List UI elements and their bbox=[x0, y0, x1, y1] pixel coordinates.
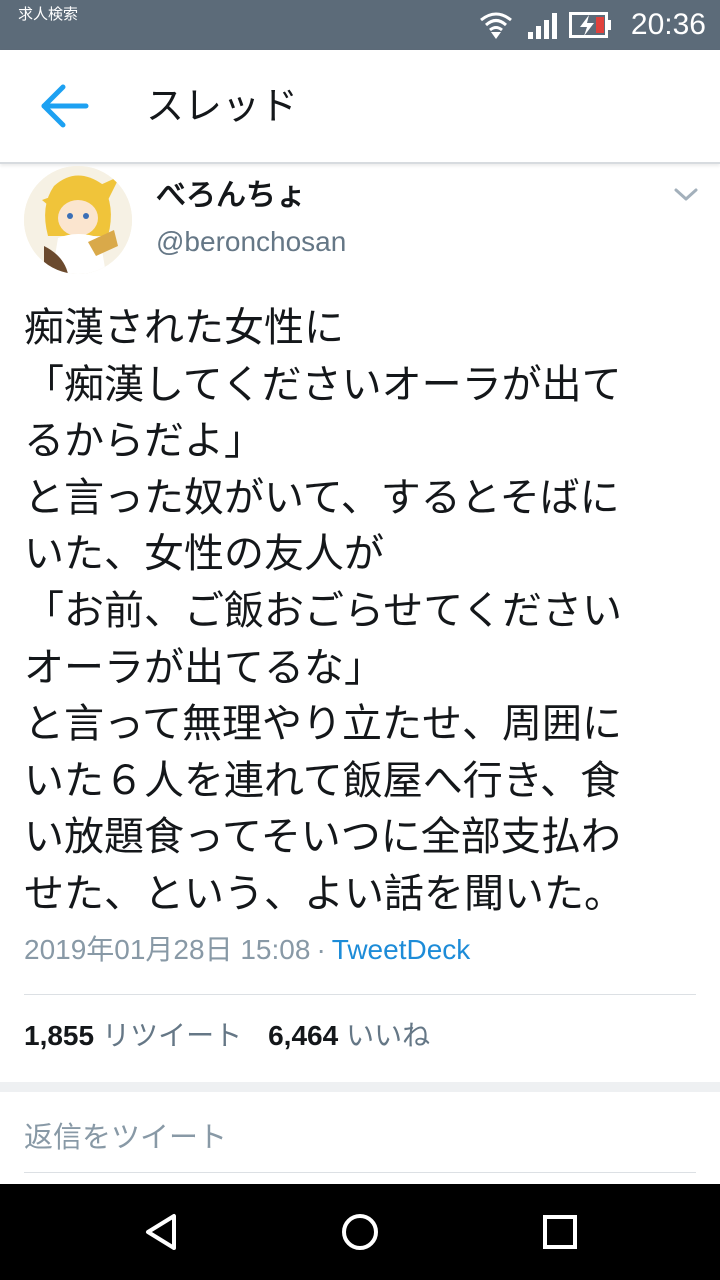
section-separator bbox=[0, 1082, 720, 1092]
page-title: スレッド bbox=[146, 84, 299, 128]
app-header: スレッド bbox=[0, 50, 720, 164]
client-link[interactable]: TweetDeck bbox=[332, 934, 471, 965]
notification-text: 求人検索 bbox=[18, 5, 79, 23]
meta-separator: · bbox=[316, 934, 326, 965]
tweet-line: いた、女性の友人が bbox=[24, 531, 384, 578]
tweet-line: い放題食ってそいつに全部支払わ bbox=[24, 814, 621, 861]
tweet-stats: 1,855 リツイート 6,464 いいね bbox=[24, 1014, 456, 1058]
like-count: 6,464 bbox=[268, 1020, 339, 1051]
display-name[interactable]: べろんちょ bbox=[156, 176, 306, 216]
clock: 20:36 bbox=[630, 8, 706, 41]
like-stat[interactable]: 6,464 いいね bbox=[268, 1019, 456, 1052]
divider bbox=[24, 994, 696, 995]
recents-square-icon[interactable] bbox=[538, 1210, 582, 1254]
like-label: いいね bbox=[346, 1019, 431, 1052]
retweet-stat[interactable]: 1,855 リツイート bbox=[24, 1019, 268, 1052]
tweet-line: 「痴漢してくださいオーラが出て bbox=[24, 361, 622, 408]
tweet-text: 痴漢された女性に 「痴漢してくださいオーラが出て るからだよ」 と言った奴がいて… bbox=[24, 300, 704, 923]
tweet-meta: 2019年01月28日 15:08 · TweetDeck bbox=[24, 928, 470, 972]
navigation-bar bbox=[0, 1184, 720, 1280]
divider bbox=[24, 1172, 696, 1173]
reply-input[interactable]: 返信をツイート bbox=[24, 1112, 696, 1162]
tweet-line: いた６人を連れて飯屋へ行き、食 bbox=[24, 757, 620, 804]
tweet-line: るからだよ」 bbox=[24, 418, 264, 465]
status-bar: 求人検索 20:36 bbox=[0, 0, 720, 50]
tweet-line: と言って無理やり立たせ、周囲に bbox=[24, 701, 622, 748]
tweet-line: 痴漢された女性に bbox=[24, 305, 344, 351]
tweet-line: せた、という、よい話を聞いた。 bbox=[24, 870, 624, 917]
back-triangle-icon[interactable] bbox=[140, 1210, 184, 1254]
retweet-label: リツイート bbox=[102, 1019, 243, 1052]
avatar[interactable] bbox=[24, 166, 132, 274]
tweet-line: 「お前、ご飯おごらせてください bbox=[24, 587, 622, 634]
tweet-line: と言った奴がいて、するとそばに bbox=[24, 474, 620, 521]
battery-icon bbox=[568, 12, 611, 38]
home-circle-icon[interactable] bbox=[338, 1210, 382, 1254]
arrow-left-icon[interactable] bbox=[36, 80, 92, 132]
user-handle[interactable]: @beronchosan bbox=[156, 222, 346, 262]
chevron-down-icon[interactable] bbox=[672, 184, 700, 204]
tweet-line: オーラが出てるな」 bbox=[24, 644, 384, 691]
status-icons: 20:36 bbox=[479, 0, 706, 50]
avatar-image bbox=[24, 166, 132, 274]
wifi-icon bbox=[479, 12, 512, 39]
signal-icon bbox=[527, 13, 557, 39]
retweet-count: 1,855 bbox=[24, 1020, 95, 1051]
timestamp[interactable]: 2019年01月28日 15:08 bbox=[24, 934, 310, 965]
